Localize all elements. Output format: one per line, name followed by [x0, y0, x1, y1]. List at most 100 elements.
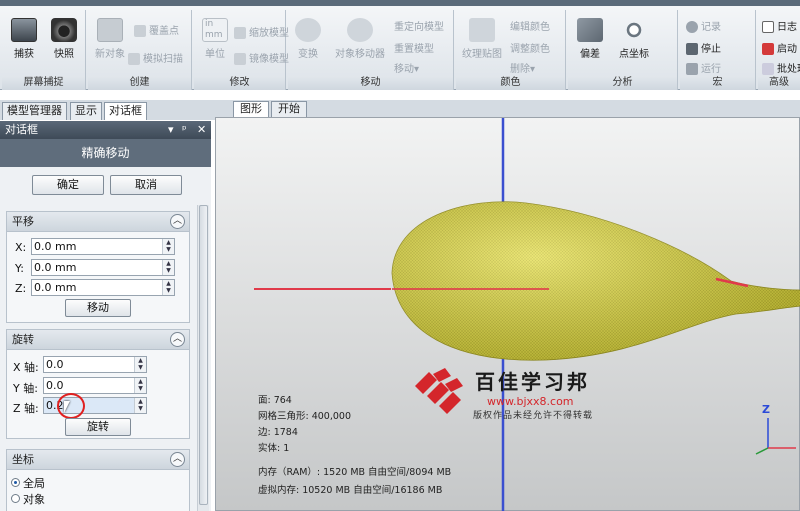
mirror-model-label: 镜像模型	[249, 54, 289, 65]
radio-global[interactable]	[11, 478, 20, 487]
batch-icon	[762, 63, 774, 75]
capture-button[interactable]: 捕获	[6, 16, 42, 60]
translate-z-field[interactable]: 0.0 mm ▲ ▼	[31, 279, 175, 296]
collapse-up-icon[interactable]: ︿	[170, 452, 185, 467]
translate-header[interactable]: 平移 ︿	[7, 212, 189, 232]
group-label-macro: 宏	[680, 76, 755, 90]
tab-dialog[interactable]: 对话框	[104, 102, 147, 120]
deviation-button[interactable]: 偏差	[572, 16, 608, 60]
rotate-z-label: Z 轴:	[13, 402, 39, 415]
ribbon-group-modify: in mm 单位 缩放模型 镜像模型 修改	[194, 10, 289, 90]
ribbon-group-analysis: 偏差 点坐标 分析	[568, 10, 678, 90]
tab-graphics[interactable]: 图形	[233, 101, 269, 117]
ribbon-group-color: 纹理贴图 编辑颜色 调整颜色 删除▾ 颜色	[456, 10, 566, 90]
mouse-cursor-icon	[64, 401, 70, 413]
cover-points-button[interactable]: 覆盖点	[134, 22, 179, 37]
translate-z-value: 0.0 mm	[34, 281, 77, 294]
rotate-button[interactable]: 旋转	[65, 418, 131, 436]
group-label-move: 移动	[288, 76, 453, 90]
panel-titlebar: 对话框 ▾ ᵖ ✕	[0, 121, 211, 139]
group-label-create: 创建	[88, 76, 191, 90]
collapse-up-icon[interactable]: ︿	[170, 214, 185, 229]
monitor-icon	[11, 18, 37, 42]
rotate-y-field[interactable]: 0.0 ▲ ▼	[43, 377, 147, 394]
pin-icon[interactable]: ᵖ	[182, 121, 187, 139]
spin-arrows-icon[interactable]: ▲ ▼	[162, 280, 174, 295]
ribbon-group-move: 变换 对象移动器 重定向模型 重置模型 移动▾ 移动	[288, 10, 454, 90]
translate-x-field[interactable]: 0.0 mm ▲ ▼	[31, 238, 175, 255]
new-object-button[interactable]: 新对象	[92, 16, 128, 60]
edit-color-button[interactable]: 编辑颜色	[510, 18, 550, 33]
cancel-button[interactable]: 取消	[110, 175, 182, 195]
scrollbar-thumb[interactable]	[199, 205, 208, 505]
collapse-up-icon[interactable]: ︿	[170, 332, 185, 347]
spin-arrows-icon[interactable]: ▲ ▼	[134, 357, 146, 372]
run-button[interactable]: 运行	[686, 60, 721, 75]
spin-arrows-icon[interactable]: ▲ ▼	[134, 378, 146, 393]
snapshot-button[interactable]: 快照	[46, 16, 82, 60]
close-icon[interactable]: ✕	[197, 121, 206, 139]
record-button[interactable]: 记录	[686, 18, 721, 33]
simulate-scan-label: 模拟扫描	[143, 54, 183, 65]
rotate-header-label: 旋转	[12, 333, 34, 346]
ok-button[interactable]: 确定	[32, 175, 104, 195]
mirror-model-button[interactable]: 镜像模型	[234, 50, 289, 65]
launch-icon	[762, 43, 774, 55]
point-coord-button[interactable]: 点坐标	[610, 16, 658, 60]
scale-model-button[interactable]: 缩放模型	[234, 24, 289, 39]
stat-mesh-triangles: 网格三角形: 400,000	[258, 411, 352, 422]
ribbon-group-create: 新对象 覆盖点 模拟扫描 创建	[88, 10, 192, 90]
cover-points-label: 覆盖点	[149, 26, 179, 37]
launch-button[interactable]: 启动	[762, 40, 797, 55]
deviation-label: 偏差	[580, 49, 600, 60]
play-icon	[686, 63, 698, 75]
stop-button[interactable]: 停止	[686, 40, 721, 55]
rotate-header[interactable]: 旋转 ︿	[7, 330, 189, 350]
crosshair-icon	[621, 18, 647, 42]
reset-model-button[interactable]: 重置模型	[394, 40, 434, 55]
adjust-color-button[interactable]: 调整颜色	[510, 40, 550, 55]
left-panel-tabs: 模型管理器 显示 对话框	[0, 100, 215, 120]
tab-model-manager[interactable]: 模型管理器	[2, 102, 67, 120]
translate-y-field[interactable]: 0.0 mm ▲ ▼	[31, 259, 175, 276]
panel-bar-title: 对话框	[5, 123, 38, 136]
unit-button[interactable]: in mm 单位	[197, 16, 233, 60]
translate-z-label: Z:	[15, 282, 27, 295]
coords-section: 坐标 ︿ 全局 对象	[6, 449, 190, 511]
translate-y-label: Y:	[15, 262, 24, 275]
stat-virtual-memory: 虚拟内存: 10520 MB 自由空间/16186 MB	[258, 485, 443, 496]
panel-dropdown-icon[interactable]: ▾	[168, 121, 174, 139]
translate-x-label: X:	[15, 241, 27, 254]
batch-button[interactable]: 批处理	[762, 60, 800, 75]
move-menu-label: 移动	[394, 64, 414, 75]
record-icon	[686, 21, 698, 33]
panel-scrollbar[interactable]	[197, 205, 209, 511]
3d-viewport[interactable]: Z 百佳学习邦 www.bjxx8.com 版权作品未经允许不得转载 面: 76…	[215, 117, 800, 511]
move-button[interactable]: 移动	[65, 299, 131, 317]
run-label: 运行	[701, 64, 721, 75]
translate-section: 平移 ︿ X: 0.0 mm ▲ ▼ Y: 0.0 mm ▲ ▼ Z: 0.0 mm ▲ ▼…	[6, 211, 190, 323]
tab-start[interactable]: 开始	[271, 101, 307, 117]
rotate-x-field[interactable]: 0.0 ▲ ▼	[43, 356, 147, 373]
object-mover-button[interactable]: 对象移动器	[330, 16, 390, 60]
reorient-model-button[interactable]: 重定向模型	[394, 18, 444, 33]
delete-color-label: 删除	[510, 64, 530, 75]
texture-map-button[interactable]: 纹理贴图	[460, 16, 504, 60]
radio-object-label: 对象	[23, 493, 45, 506]
reset-label: 重置模型	[394, 44, 434, 55]
scale-model-label: 缩放模型	[249, 28, 289, 39]
simulate-scan-button[interactable]: 模拟扫描	[128, 50, 183, 65]
rotate-y-label: Y 轴:	[13, 382, 38, 395]
spin-arrows-icon[interactable]: ▲ ▼	[134, 398, 146, 413]
coords-header[interactable]: 坐标 ︿	[7, 450, 189, 470]
transform-button[interactable]: 变换	[290, 16, 326, 60]
spin-arrows-icon[interactable]: ▲ ▼	[162, 260, 174, 275]
tab-display[interactable]: 显示	[70, 102, 102, 120]
viewport-tabs: 图形 开始	[215, 100, 800, 117]
log-button[interactable]: 日志	[762, 18, 797, 33]
delete-color-button[interactable]: 删除▾	[510, 60, 535, 75]
move-menu-button[interactable]: 移动▾	[394, 60, 419, 75]
radio-object[interactable]	[11, 494, 20, 503]
spin-arrows-icon[interactable]: ▲ ▼	[162, 239, 174, 254]
group-label-analysis: 分析	[568, 76, 677, 90]
